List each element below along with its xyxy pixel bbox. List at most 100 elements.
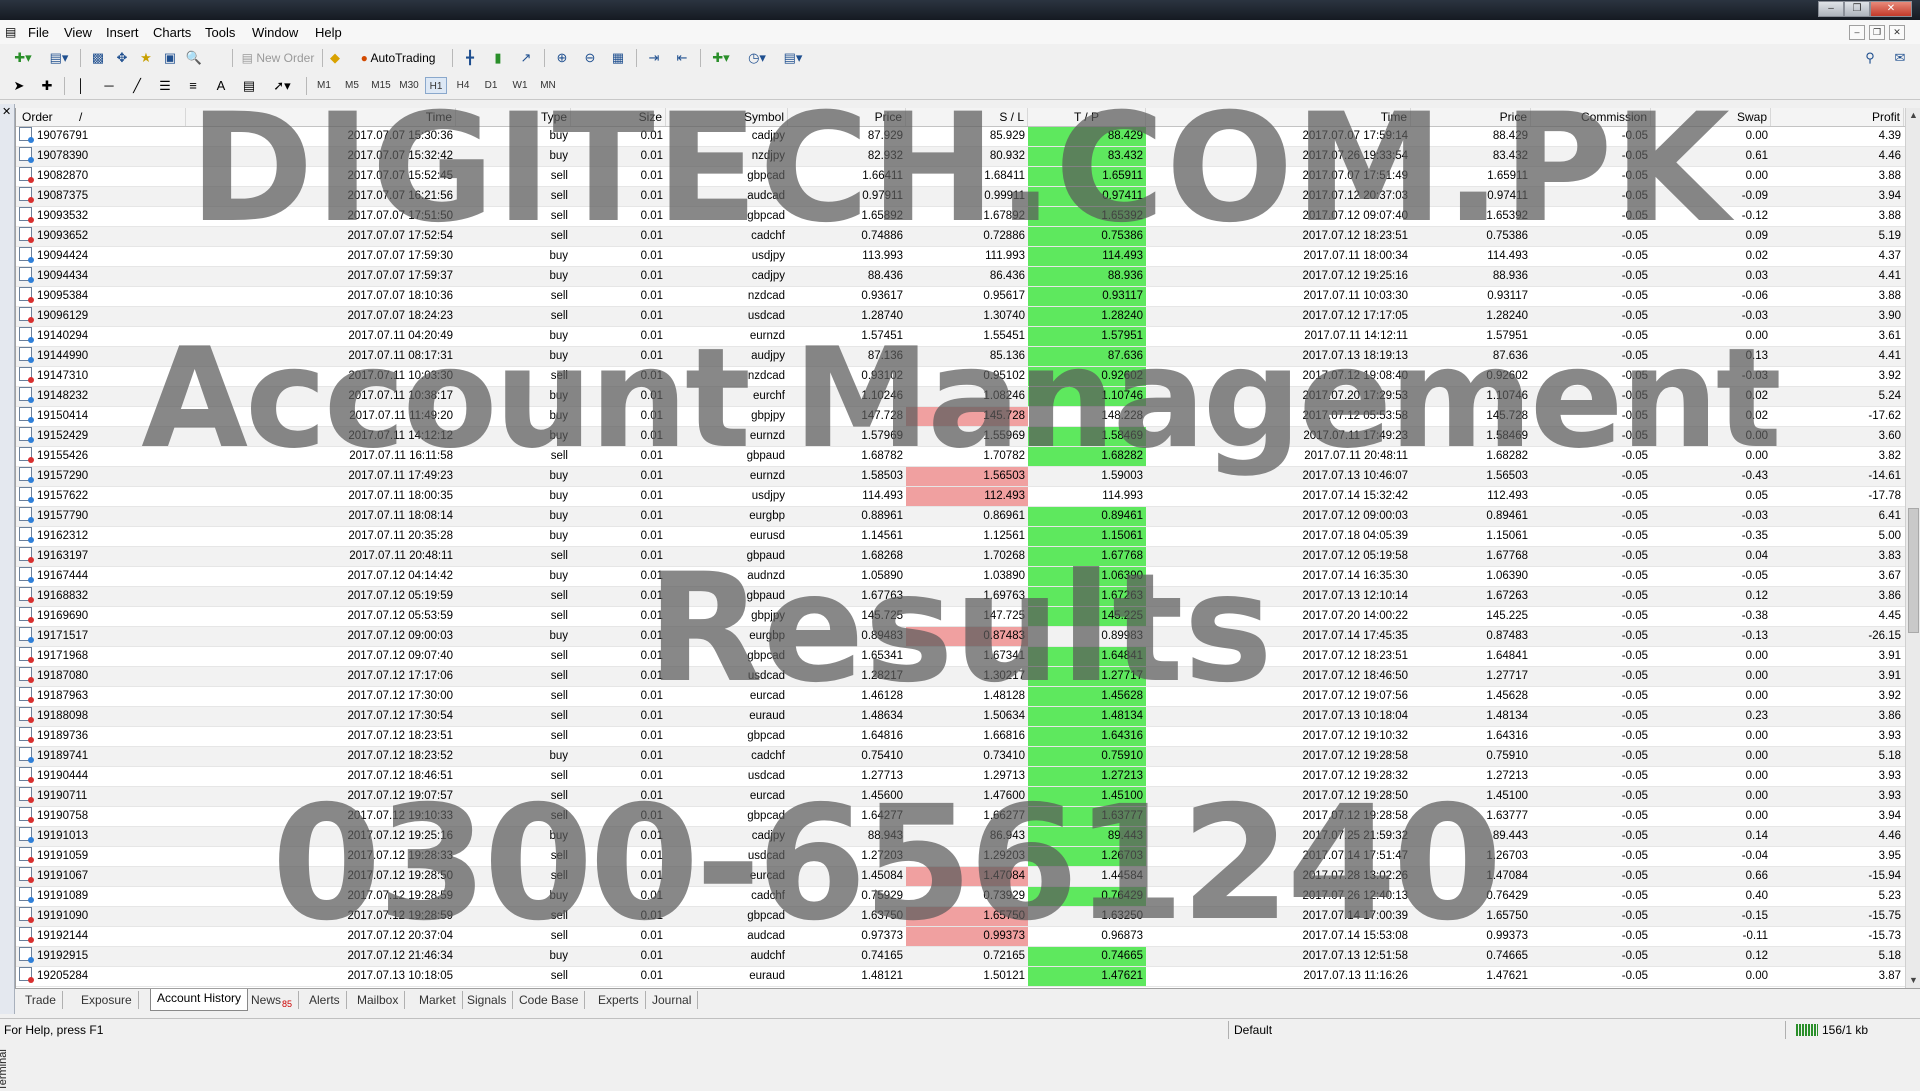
search-icon[interactable]: ⚲ [1860,48,1880,68]
tab-market[interactable]: Market [413,991,463,1009]
timeframe-m5[interactable]: M5 [340,77,364,94]
table-row[interactable]: 19167444 2017.07.12 04:14:42 buy 0.01 audnzd… [16,567,1906,587]
table-row[interactable]: 19192144 2017.07.12 20:37:04 sell 0.01 audca… [16,927,1906,947]
vertical-scrollbar[interactable]: ▲ ▼ [1905,108,1920,988]
timeframe-m30[interactable]: M30 [396,77,422,94]
templates-icon[interactable]: ▤▾ [778,48,808,68]
table-row[interactable]: 19171517 2017.07.12 09:00:03 buy 0.01 eurgbp… [16,627,1906,647]
chart-shift-icon[interactable]: ⇤ [672,48,692,68]
horizontal-line-icon[interactable]: ─ [100,76,118,96]
header-tp[interactable]: T / P [1028,108,1146,126]
table-row[interactable]: 19096129 2017.07.07 18:24:23 sell 0.01 usdca… [16,307,1906,327]
profiles-icon[interactable]: ▤▾ [44,48,74,68]
header-sl[interactable]: S / L [906,108,1028,126]
table-row[interactable]: 19191089 2017.07.12 19:28:59 buy 0.01 cadchf… [16,887,1906,907]
table-row[interactable]: 19152429 2017.07.11 14:12:12 buy 0.01 eurnzd… [16,427,1906,447]
table-row[interactable]: 19093532 2017.07.07 17:51:50 sell 0.01 gbpca… [16,207,1906,227]
timeframe-h4[interactable]: H4 [452,77,474,94]
zoom-in-icon[interactable]: ⊕ [552,48,572,68]
candlesticks-icon[interactable]: ▮ [488,48,508,68]
header-price[interactable]: Price [788,108,906,126]
table-row[interactable]: 19187080 2017.07.12 17:17:06 sell 0.01 usdca… [16,667,1906,687]
header-type[interactable]: Type [456,108,571,126]
table-row[interactable]: 19189741 2017.07.12 18:23:52 buy 0.01 cadchf… [16,747,1906,767]
header-size[interactable]: Size [571,108,666,126]
menu-charts[interactable]: Charts [153,25,191,40]
table-row[interactable]: 19157622 2017.07.11 18:00:35 buy 0.01 usdjpy… [16,487,1906,507]
tile-windows-icon[interactable]: ▦ [608,48,628,68]
mdi-minimize-button[interactable]: – [1849,25,1865,40]
header-commission[interactable]: Commission [1531,108,1651,126]
app-menu-icon[interactable]: ▤ [5,25,16,39]
table-row[interactable]: 19157290 2017.07.11 17:49:23 buy 0.01 eurnzd… [16,467,1906,487]
data-window-icon[interactable]: ✥ [112,48,132,68]
table-row[interactable]: 19155426 2017.07.11 16:11:58 sell 0.01 gbpau… [16,447,1906,467]
table-row[interactable]: 19095384 2017.07.07 18:10:36 sell 0.01 nzdca… [16,287,1906,307]
metaeditor-icon[interactable]: ◆ [325,48,345,68]
cursor-icon[interactable]: ➤ [10,76,28,96]
tab-code-base[interactable]: Code Base [513,991,586,1009]
trendline-icon[interactable]: ╱ [128,76,146,96]
menu-window[interactable]: Window [252,25,298,40]
auto-scroll-icon[interactable]: ⇥ [644,48,664,68]
tab-alerts[interactable]: Alerts [303,991,347,1009]
timeframe-mn[interactable]: MN [536,77,560,94]
timeframe-d1[interactable]: D1 [480,77,502,94]
menu-tools[interactable]: Tools [205,25,235,40]
timeframe-m1[interactable]: M1 [312,77,336,94]
timeframe-m15[interactable]: M15 [368,77,394,94]
table-row[interactable]: 19191090 2017.07.12 19:28:59 sell 0.01 gbpca… [16,907,1906,927]
table-row[interactable]: 19162312 2017.07.11 20:35:28 buy 0.01 eurusd… [16,527,1906,547]
terminal-icon[interactable]: ▣ [160,48,180,68]
tab-journal[interactable]: Journal [646,991,699,1009]
close-window-button[interactable]: ✕ [1870,1,1912,17]
table-row[interactable]: 19094424 2017.07.07 17:59:30 buy 0.01 usdjpy… [16,247,1906,267]
mdi-close-button[interactable]: ✕ [1889,25,1905,40]
new-chart-icon[interactable]: ✚▾ [8,48,38,68]
table-row[interactable]: 19078390 2017.07.07 15:32:42 buy 0.01 nzdjpy… [16,147,1906,167]
table-row[interactable]: 19189736 2017.07.12 18:23:51 sell 0.01 gbpca… [16,727,1906,747]
tab-account-history[interactable]: Account History [150,989,249,1011]
table-row[interactable]: 19140294 2017.07.11 04:20:49 buy 0.01 eurnzd… [16,327,1906,347]
table-row[interactable]: 19093652 2017.07.07 17:52:54 sell 0.01 cadch… [16,227,1906,247]
header-time[interactable]: Time [186,108,456,126]
table-row[interactable]: 19190758 2017.07.12 19:10:33 sell 0.01 gbpca… [16,807,1906,827]
strategy-tester-icon[interactable]: 🔍 [184,48,204,68]
text-label-icon[interactable]: ▤ [240,76,258,96]
table-row[interactable]: 19082870 2017.07.07 15:52:45 sell 0.01 gbpca… [16,167,1906,187]
bar-chart-icon[interactable]: ╋ [460,48,480,68]
navigator-icon[interactable]: ★ [136,48,156,68]
table-row[interactable]: 19191013 2017.07.12 19:25:16 buy 0.01 cadjpy… [16,827,1906,847]
vertical-line-icon[interactable]: │ [72,76,90,96]
table-row[interactable]: 19188098 2017.07.12 17:30:54 sell 0.01 eurau… [16,707,1906,727]
header-sort[interactable]: / [76,108,186,126]
periods-icon[interactable]: ◷▾ [742,48,772,68]
scroll-up-icon[interactable]: ▲ [1906,108,1920,123]
table-row[interactable]: 19157790 2017.07.11 18:08:14 buy 0.01 eurgbp… [16,507,1906,527]
table-row[interactable]: 19190444 2017.07.12 18:46:51 sell 0.01 usdca… [16,767,1906,787]
table-row[interactable]: 19076791 2017.07.07 15:30:36 buy 0.01 cadjpy… [16,127,1906,147]
crosshair-icon[interactable]: ✚ [38,76,56,96]
table-row[interactable]: 19094434 2017.07.07 17:59:37 buy 0.01 cadjpy… [16,267,1906,287]
header-close-price[interactable]: Price [1411,108,1531,126]
tab-news[interactable]: News85 [245,991,300,1009]
header-symbol[interactable]: Symbol [666,108,788,126]
market-watch-icon[interactable]: ▩ [88,48,108,68]
table-row[interactable]: 19144990 2017.07.11 08:17:31 buy 0.01 audjpy… [16,347,1906,367]
table-row[interactable]: 19168832 2017.07.12 05:19:59 sell 0.01 gbpau… [16,587,1906,607]
tab-signals[interactable]: Signals [461,991,514,1009]
table-row[interactable]: 19191059 2017.07.12 19:28:33 sell 0.01 usdca… [16,847,1906,867]
menu-insert[interactable]: Insert [106,25,139,40]
table-row[interactable]: 19169690 2017.07.12 05:53:59 sell 0.01 gbpjp… [16,607,1906,627]
scroll-down-icon[interactable]: ▼ [1906,973,1920,988]
line-chart-icon[interactable]: ↗ [516,48,536,68]
table-row[interactable]: 19147310 2017.07.11 10:03:30 sell 0.01 nzdca… [16,367,1906,387]
menu-help[interactable]: Help [315,25,342,40]
restore-window-button[interactable]: ❐ [1844,1,1870,17]
table-row[interactable]: 19163197 2017.07.11 20:48:11 sell 0.01 gbpau… [16,547,1906,567]
header-order[interactable]: Order [16,108,76,126]
autotrading-button[interactable]: ● AutoTrading [352,48,444,68]
table-row[interactable]: 19191067 2017.07.12 19:28:50 sell 0.01 eurca… [16,867,1906,887]
tab-exposure[interactable]: Exposure [75,991,139,1009]
timeframe-w1[interactable]: W1 [508,77,532,94]
